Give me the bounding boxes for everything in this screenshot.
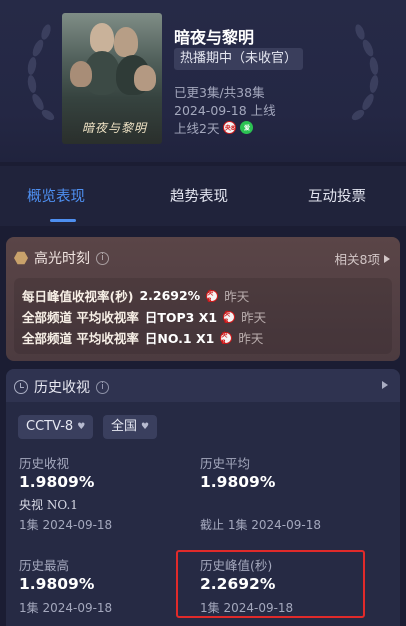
cctv8-logo-icon: 央8	[206, 289, 219, 304]
arrow-right-icon	[382, 381, 388, 389]
related-count: 相关8项	[334, 252, 380, 267]
laurel-right-icon	[351, 24, 379, 121]
highlights-card: 高光时刻 i 相关8项 每日峰值收视率(秒) 2.2692% 央8 昨天 全部频…	[6, 237, 400, 361]
channel-filter-label: CCTV-8	[26, 419, 74, 434]
region-filter[interactable]: 全国 ♥	[103, 415, 158, 439]
channel-filter[interactable]: CCTV-8 ♥	[18, 415, 94, 439]
stat-episode-date: 1集 2024-09-18	[19, 601, 113, 615]
iqiyi-logo-icon: 爱	[240, 121, 254, 134]
info-icon[interactable]: i	[96, 251, 109, 265]
highlight-annotation-box	[176, 550, 365, 618]
clock-icon	[14, 380, 28, 394]
highlight-time: 昨天	[241, 310, 267, 325]
highlight-time: 昨天	[238, 331, 264, 346]
cctv8-logo-icon: 央8	[223, 121, 237, 134]
stat-value: 1.9809%	[200, 473, 276, 491]
tab-trend[interactable]: 趋势表现	[170, 185, 228, 206]
history-header[interactable]: 历史收视 i	[6, 369, 400, 402]
show-poster[interactable]: 暗夜与黎明	[62, 13, 162, 144]
highlight-text: 每日峰值收视率(秒)	[22, 289, 134, 304]
tab-active-indicator	[50, 219, 76, 222]
history-expand[interactable]	[382, 381, 388, 389]
days-online-text: 上线2天	[174, 121, 220, 136]
cctv8-logo-icon: 央8	[220, 331, 233, 346]
show-title: 暗夜与黎明	[174, 28, 255, 47]
highlight-text: 全部频道 平均收视率	[22, 331, 139, 346]
highlight-value: 2.2692%	[139, 288, 201, 303]
stat-value: 1.9809%	[19, 473, 95, 491]
tab-vote[interactable]: 互动投票	[308, 185, 366, 206]
status-badge: 热播期中（未收官）	[174, 48, 304, 70]
stat-value: 1.9809%	[19, 575, 95, 593]
highlights-title: 高光时刻	[34, 251, 90, 267]
info-icon[interactable]: i	[96, 380, 109, 394]
tab-bar: 概览表现 趋势表现 互动投票	[0, 166, 406, 226]
highlight-time: 昨天	[224, 289, 250, 304]
chevron-down-icon: ♥	[77, 422, 86, 432]
poster-title: 暗夜与黎明	[82, 121, 148, 135]
chevron-down-icon: ♥	[141, 422, 150, 432]
days-online: 上线2天 央8 爱	[174, 118, 254, 137]
highlight-text: 全部频道 平均收视率	[22, 310, 139, 325]
highlights-related-link[interactable]: 相关8项	[335, 249, 390, 268]
tab-overview[interactable]: 概览表现	[27, 185, 85, 206]
arrow-right-icon	[384, 254, 390, 263]
highlight-row[interactable]: 全部频道 平均收视率 日TOP3 X1 央8 昨天	[22, 307, 266, 326]
stat-label: 历史最高	[19, 558, 70, 573]
cctv8-logo-icon: 央8	[223, 310, 236, 325]
hexagon-icon	[14, 251, 28, 265]
stat-label: 历史平均	[200, 456, 251, 471]
highlights-header: 高光时刻 i	[14, 248, 109, 268]
highlight-value: 日NO.1 X1	[144, 331, 215, 346]
show-header: 暗夜与黎明 暗夜与黎明 热播期中（未收官） 已更3集/共38集 2024-09-…	[0, 0, 406, 162]
stat-label: 历史收视	[19, 456, 70, 471]
stat-episode-date: 截止 1集 2024-09-18	[200, 518, 322, 532]
highlight-row[interactable]: 全部频道 平均收视率 日NO.1 X1 央8 昨天	[22, 328, 263, 347]
highlight-value: 日TOP3 X1	[144, 310, 218, 325]
region-filter-label: 全国	[111, 419, 138, 434]
episode-count: 已更3集/共38集	[174, 85, 265, 100]
highlights-list: 每日峰值收视率(秒) 2.2692% 央8 昨天 全部频道 平均收视率 日TOP…	[14, 278, 392, 354]
laurel-left-icon	[27, 24, 55, 121]
air-date: 2024-09-18 上线	[174, 103, 276, 118]
stat-episode-date: 1集 2024-09-18	[19, 518, 113, 532]
stat-rank: 央视 NO.1	[19, 498, 78, 512]
highlight-row[interactable]: 每日峰值收视率(秒) 2.2692% 央8 昨天	[22, 286, 249, 305]
history-title: 历史收视	[34, 380, 90, 396]
